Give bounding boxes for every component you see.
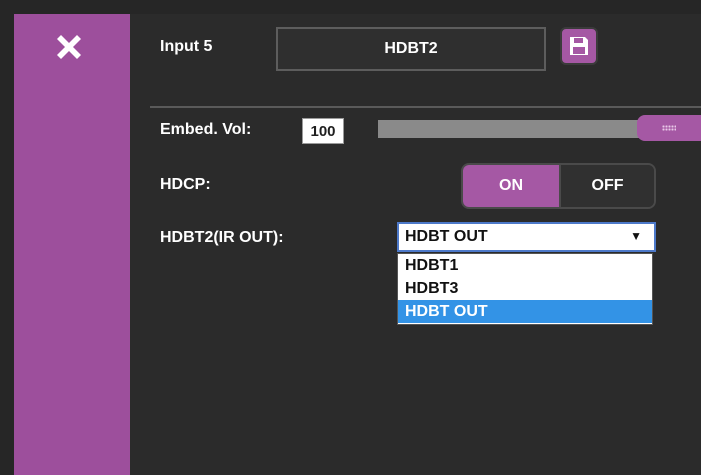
save-icon <box>570 37 588 55</box>
slider-fill <box>378 120 669 138</box>
embed-volume-value: 100 <box>310 122 336 140</box>
dropdown-option-hdbt-out[interactable]: HDBT OUT <box>398 300 652 323</box>
close-button[interactable] <box>52 30 86 64</box>
input-label: Input 5 <box>160 38 213 55</box>
divider <box>150 106 701 108</box>
hdcp-on-button[interactable]: ON <box>463 165 561 207</box>
ir-out-select[interactable]: HDBT OUT ▼ <box>397 222 656 252</box>
dropdown-option-hdbt3[interactable]: HDBT3 <box>398 277 652 300</box>
caret-down-icon: ▼ <box>630 229 642 243</box>
ir-out-dropdown-list: HDBT1 HDBT3 HDBT OUT <box>397 253 653 325</box>
embed-volume-slider[interactable] <box>378 115 701 141</box>
input-name-value: HDBT2 <box>384 40 438 57</box>
grip-icon <box>662 125 676 131</box>
settings-window: Input 5 HDBT2 Embed. Vol: 100 HDCP: ON O… <box>0 0 701 475</box>
embed-volume-input[interactable]: 100 <box>302 118 344 144</box>
dropdown-option-hdbt1[interactable]: HDBT1 <box>398 254 652 277</box>
hdcp-label: HDCP: <box>160 176 211 193</box>
save-button[interactable] <box>560 27 598 65</box>
ir-out-label: HDBT2(IR OUT): <box>160 229 284 246</box>
hdcp-toggle: ON OFF <box>461 163 656 209</box>
ir-out-selected-value: HDBT OUT <box>405 228 488 245</box>
hdcp-off-button[interactable]: OFF <box>561 165 654 207</box>
sidebar <box>14 14 130 475</box>
input-name-field[interactable]: HDBT2 <box>276 27 546 71</box>
slider-thumb[interactable] <box>637 115 701 141</box>
close-icon <box>57 35 81 59</box>
embed-volume-label: Embed. Vol: <box>160 121 252 138</box>
